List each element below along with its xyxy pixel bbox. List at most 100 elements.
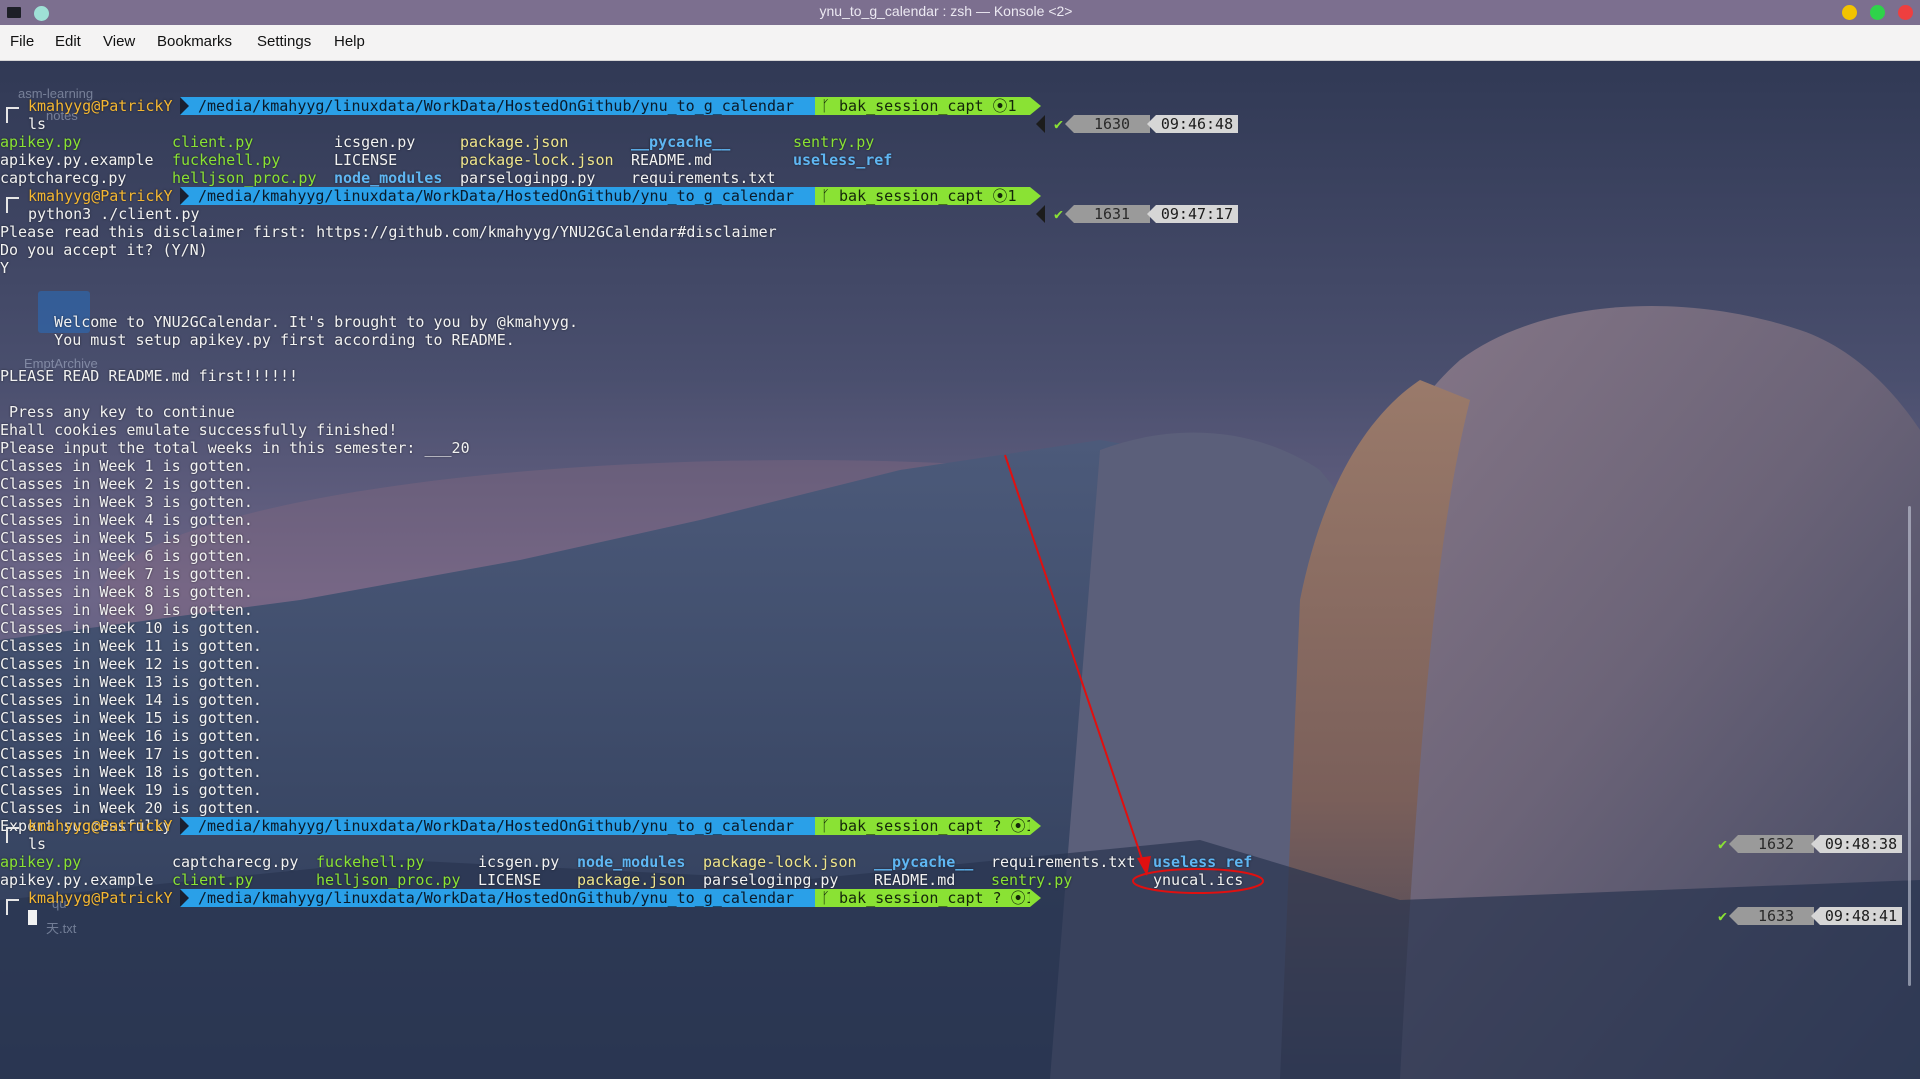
output-line: Classes in Week 9 is gotten. — [0, 601, 253, 619]
ls-entry: icsgen.py — [478, 853, 560, 871]
history-number: 1630 — [1065, 115, 1150, 133]
menu-help[interactable]: Help — [334, 33, 365, 50]
ls-entry: package.json — [577, 871, 686, 889]
output-line: Press any key to continue — [0, 403, 235, 421]
ls-entry: parseloginpg.py — [703, 871, 839, 889]
prompt-git-branch: ᚴ bak_session_capt ⦿1 — [815, 187, 1041, 205]
output-line: Classes in Week 10 is gotten. — [0, 619, 262, 637]
ls-entry: client.py — [172, 871, 254, 889]
shell-prompt: kmahyyg@PatrickY /media/kmahyyg/linuxdat… — [0, 97, 1920, 115]
output-line: Do you accept it? (Y/N) — [0, 241, 208, 259]
minimize-button[interactable] — [1842, 5, 1857, 20]
menu-settings[interactable]: Settings — [257, 33, 311, 50]
prompt-bracket — [6, 107, 19, 123]
ls-entry: requirements.txt — [991, 853, 1136, 871]
prompt-user: kmahyyg@PatrickY — [28, 97, 173, 115]
prompt-git-branch: ᚴ bak_session_capt ? ⦿1 — [815, 817, 1041, 835]
prompt-time: 09:47:17 — [1147, 205, 1238, 223]
output-line: Classes in Week 19 is gotten. — [0, 781, 262, 799]
shell-prompt: kmahyyg@PatrickY /media/kmahyyg/linuxdat… — [0, 817, 1920, 835]
ls-entry: parseloginpg.py — [460, 169, 596, 187]
output-line: Y — [0, 259, 10, 277]
ls-entry: package.json — [460, 133, 569, 151]
output-line: Classes in Week 4 is gotten. — [0, 511, 253, 529]
ls-entry: node_modules — [577, 853, 686, 871]
prompt-path: /media/kmahyyg/linuxdata/WorkData/Hosted… — [180, 889, 833, 907]
ls-entry: captcharecg.py — [172, 853, 299, 871]
prompt-time: 09:48:38 — [1811, 835, 1902, 853]
ls-entry: fuckehell.py — [316, 853, 425, 871]
window-titlebar[interactable]: ynu_to_g_calendar : zsh — Konsole <2> — [0, 0, 1920, 25]
ls-entry: helljson_proc.py — [172, 169, 317, 187]
ls-entry: LICENSE — [334, 151, 398, 169]
history-number: 1633 — [1729, 907, 1814, 925]
output-line: Classes in Week 2 is gotten. — [0, 475, 253, 493]
prompt-bracket — [6, 827, 19, 843]
ls-entry: apikey.py.example — [0, 871, 154, 889]
ls-entry: node_modules — [334, 169, 443, 187]
ls-entry: README.md — [631, 151, 713, 169]
prompt-user: kmahyyg@PatrickY — [28, 187, 173, 205]
ls-entry: sentry.py — [991, 871, 1073, 889]
success-check-icon: ✔ — [1718, 907, 1728, 925]
ls-entry-ynucal: ynucal.ics — [1153, 871, 1244, 889]
command-text: ls — [28, 835, 47, 853]
ls-entry: helljson_proc.py — [316, 871, 461, 889]
prompt-git-branch: ᚴ bak_session_capt ⦿1 — [815, 97, 1041, 115]
output-line: Classes in Week 16 is gotten. — [0, 727, 262, 745]
shell-prompt: kmahyyg@PatrickY /media/kmahyyg/linuxdat… — [0, 187, 1920, 205]
menu-file[interactable]: File — [10, 33, 34, 50]
output-line: Classes in Week 7 is gotten. — [0, 565, 253, 583]
prompt-user: kmahyyg@PatrickY — [28, 817, 173, 835]
terminal-scrollbar[interactable] — [1908, 506, 1911, 986]
output-line: Classes in Week 15 is gotten. — [0, 709, 262, 727]
success-check-icon: ✔ — [1054, 205, 1064, 223]
ls-entry: __pycache__ — [874, 853, 974, 871]
output-line: Classes in Week 20 is gotten. — [0, 799, 262, 817]
ls-entry: apikey.py — [0, 853, 82, 871]
output-line: PLEASE READ README.md first!!!!!! — [0, 367, 299, 385]
ls-entry: sentry.py — [793, 133, 875, 151]
output-line: Please input the total weeks in this sem… — [0, 439, 470, 457]
success-check-icon: ✔ — [1718, 835, 1728, 853]
prompt-bracket — [6, 899, 19, 915]
prompt-path: /media/kmahyyg/linuxdata/WorkData/Hosted… — [180, 187, 833, 205]
ls-entry: package-lock.json — [460, 151, 614, 169]
ls-entry: package-lock.json — [703, 853, 857, 871]
close-button[interactable] — [1898, 5, 1913, 20]
prompt-path: /media/kmahyyg/linuxdata/WorkData/Hosted… — [180, 817, 833, 835]
prompt-git-branch: ᚴ bak_session_capt ? ⦿1 — [815, 889, 1041, 907]
history-number: 1631 — [1065, 205, 1150, 223]
output-line: Classes in Week 6 is gotten. — [0, 547, 253, 565]
ls-entry: fuckehell.py — [172, 151, 281, 169]
ls-entry: LICENSE — [478, 871, 542, 889]
output-line: Classes in Week 1 is gotten. — [0, 457, 253, 475]
command-text: ls — [28, 115, 47, 133]
success-check-icon: ✔ — [1054, 115, 1064, 133]
prompt-user: kmahyyg@PatrickY — [28, 889, 173, 907]
ls-entry: useless_ref — [793, 151, 893, 169]
command-text: python3 ./client.py — [28, 205, 200, 223]
menu-bar: File Edit View Bookmarks Settings Help — [0, 25, 1920, 61]
ls-entry: apikey.py.example — [0, 151, 154, 169]
menu-bookmarks[interactable]: Bookmarks — [157, 33, 232, 50]
output-line: Ehall cookies emulate successfully finis… — [0, 421, 398, 439]
menu-view[interactable]: View — [103, 33, 135, 50]
ls-entry: README.md — [874, 871, 956, 889]
ls-entry: icsgen.py — [334, 133, 416, 151]
prompt-time: 09:48:41 — [1811, 907, 1902, 925]
maximize-button[interactable] — [1870, 5, 1885, 20]
output-line: Classes in Week 12 is gotten. — [0, 655, 262, 673]
menu-edit[interactable]: Edit — [55, 33, 81, 50]
terminal-view[interactable]: kmahyyg@PatrickY /media/kmahyyg/linuxdat… — [0, 60, 1920, 1079]
output-line: Classes in Week 11 is gotten. — [0, 637, 262, 655]
shell-prompt: kmahyyg@PatrickY /media/kmahyyg/linuxdat… — [0, 889, 1920, 907]
terminal-cursor[interactable] — [28, 910, 37, 925]
output-line: Classes in Week 14 is gotten. — [0, 691, 262, 709]
ls-entry: requirements.txt — [631, 169, 776, 187]
output-line: You must setup apikey.py first according… — [0, 331, 515, 349]
ls-entry: __pycache__ — [631, 133, 731, 151]
ls-entry: captcharecg.py — [0, 169, 127, 187]
output-line: Classes in Week 3 is gotten. — [0, 493, 253, 511]
prompt-bracket — [6, 197, 19, 213]
